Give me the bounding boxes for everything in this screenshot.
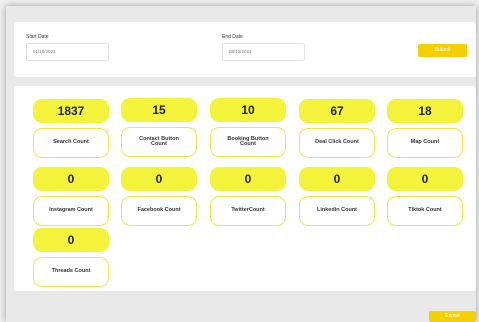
count-value: 10 — [210, 98, 286, 122]
count-value: 1837 — [33, 99, 109, 123]
end-date-label: End Date — [222, 34, 243, 40]
count-tile: 18 Map Count — [387, 99, 463, 159]
count-label: Linkedin Count — [299, 196, 375, 226]
count-tile: 67 Deal Click Count — [299, 99, 375, 159]
start-date-label: Start Date — [26, 34, 49, 40]
count-label: Search Count — [33, 128, 109, 158]
count-value: 0 — [387, 167, 463, 191]
count-label: Instagram Count — [33, 196, 109, 226]
count-value: 0 — [121, 167, 197, 191]
count-label: Contact Button Count — [121, 127, 197, 157]
count-tile: 0 Instagram Count — [33, 167, 109, 227]
count-value: 18 — [387, 99, 463, 123]
count-label: Map Count — [387, 128, 463, 158]
count-tile: 0 Linkedin Count — [299, 167, 375, 227]
count-tile: 0 Threads Count — [33, 228, 109, 288]
count-value: 67 — [299, 99, 375, 123]
count-label: Threads Count — [33, 257, 109, 287]
count-label: Booking Button Count — [210, 127, 286, 157]
date-filter-panel: Start Date 01/10/2023 End Date 06/12/202… — [14, 22, 476, 77]
count-value: 0 — [210, 167, 286, 191]
end-date-input[interactable]: 06/12/2023 — [222, 43, 305, 61]
counts-panel: 1837 Search Count 15 Contact Button Coun… — [14, 86, 476, 291]
count-tile: 0 Facebook Count — [121, 167, 197, 227]
count-label: Facebook Count — [121, 196, 197, 226]
export-button[interactable]: Export — [429, 311, 476, 322]
count-value: 15 — [121, 98, 197, 122]
count-tile: 10 Booking Button Count — [210, 98, 286, 158]
count-value: 0 — [33, 228, 109, 252]
start-date-input[interactable]: 01/10/2023 — [26, 43, 109, 61]
count-tile: 0 TwitterCount — [210, 167, 286, 227]
count-label: Deal Click Count — [299, 128, 375, 158]
count-tile: 1837 Search Count — [33, 99, 109, 159]
count-value: 0 — [33, 167, 109, 191]
submit-button[interactable]: Submit — [418, 44, 467, 57]
count-label: TwitterCount — [210, 196, 286, 226]
count-tile: 15 Contact Button Count — [121, 98, 197, 158]
count-value: 0 — [299, 167, 375, 191]
count-label: Tiktok Count — [387, 196, 463, 226]
count-tile: 0 Tiktok Count — [387, 167, 463, 227]
